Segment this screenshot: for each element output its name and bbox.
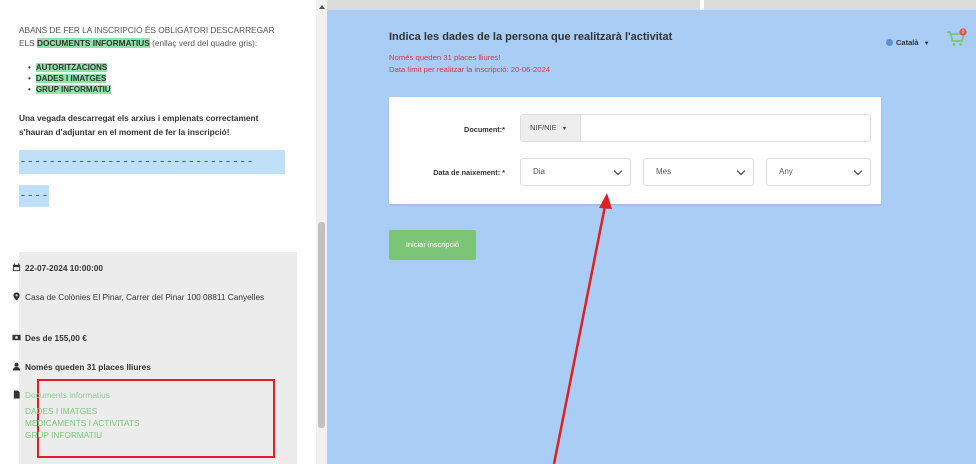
list-item-label: DADES I IMATGES bbox=[35, 74, 107, 83]
list-item-label: AUTORITZACIONS bbox=[35, 63, 108, 72]
scroll-up-icon[interactable] bbox=[319, 5, 325, 9]
birth-day-value: Dia bbox=[533, 167, 546, 176]
file-icon bbox=[13, 390, 20, 399]
documents-links: DADES I IMATGES MEDICAMENTS I ACTIVITATS… bbox=[25, 405, 139, 441]
attach-note: Una vegada descarregat els arxius i empl… bbox=[19, 113, 259, 137]
places-notice: Només queden 31 places lliures! bbox=[389, 53, 501, 62]
list-item: AUTORITZACIONS bbox=[28, 62, 111, 73]
event-info-panel: ABANS DE FER LA INSCRIPCIÓ ÉS OBLIGATORI… bbox=[0, 0, 316, 464]
deadline-notice: Data límit per realitzar la inscripció: … bbox=[389, 65, 551, 74]
caret-down-icon: ▼ bbox=[561, 126, 568, 132]
event-location-value: Casa de Colònies El Pinar, Carrer del Pi… bbox=[25, 292, 265, 302]
intro-text-part-2: (enllaç verd del quadre gris): bbox=[149, 38, 258, 48]
dashes-separator-2: ---- bbox=[19, 185, 49, 207]
top-strip bbox=[327, 0, 976, 10]
chevron-down-icon: ▼ bbox=[923, 41, 930, 47]
document-label: Document:* bbox=[464, 125, 505, 134]
birth-day-select[interactable]: Dia bbox=[520, 158, 631, 186]
event-places: Només queden 31 places lliures bbox=[12, 360, 151, 374]
birth-date-label: Data de naixement: * bbox=[433, 168, 505, 177]
birth-year-value: Any bbox=[779, 167, 793, 176]
event-price-value: Des de 155,00 € bbox=[25, 333, 87, 343]
event-places-value: Només queden 31 places lliures bbox=[25, 362, 151, 372]
documents-title: Documents informatius bbox=[25, 390, 110, 400]
list-item: DADES I IMATGES bbox=[28, 73, 111, 84]
chevron-down-icon bbox=[613, 166, 623, 176]
cart-count: 0 bbox=[962, 30, 965, 36]
event-location: Casa de Colònies El Pinar, Carrer del Pi… bbox=[13, 290, 265, 304]
required-documents-list: AUTORITZACIONS DADES I IMATGES GRUP INFO… bbox=[28, 62, 111, 95]
document-link-grup[interactable]: GRUP INFORMATIU bbox=[25, 429, 139, 441]
document-input-group: NIF/NIE ▼ bbox=[520, 114, 871, 142]
map-marker-icon bbox=[13, 292, 20, 301]
event-date: 22-07-2024 10:00:00 bbox=[12, 261, 103, 275]
scrollbar-thumb[interactable] bbox=[318, 222, 325, 428]
language-label: Català bbox=[896, 38, 919, 47]
calendar-icon bbox=[12, 263, 21, 272]
birth-month-select[interactable]: Mes bbox=[643, 158, 754, 186]
document-type-select[interactable]: NIF/NIE ▼ bbox=[521, 115, 581, 141]
event-date-value: 22-07-2024 10:00:00 bbox=[25, 263, 103, 273]
shopping-cart-icon[interactable]: 0 bbox=[946, 28, 968, 48]
chevron-down-icon bbox=[853, 166, 863, 176]
top-strip-divider bbox=[700, 0, 704, 10]
money-icon bbox=[12, 334, 21, 341]
list-item-label: GRUP INFORMATIU bbox=[35, 85, 111, 94]
globe-icon bbox=[886, 39, 893, 46]
document-number-input[interactable] bbox=[583, 117, 867, 139]
language-selector[interactable]: Català ▼ bbox=[886, 38, 930, 47]
intro-text: ABANS DE FER LA INSCRIPCIÓ ÉS OBLIGATORI… bbox=[19, 24, 289, 50]
document-link-medicaments[interactable]: MEDICAMENTS I ACTIVITATS bbox=[25, 417, 139, 429]
document-link-dades[interactable]: DADES I IMATGES bbox=[25, 405, 139, 417]
start-registration-button[interactable]: Iniciar inscripció bbox=[389, 230, 476, 260]
document-type-value: NIF/NIE bbox=[530, 123, 557, 132]
event-price: Des de 155,00 € bbox=[12, 331, 87, 345]
page-title: Indica les dades de la persona que reali… bbox=[389, 31, 673, 43]
documents-highlight: DOCUMENTS INFORMATIUS bbox=[37, 38, 150, 48]
user-icon bbox=[12, 362, 21, 371]
left-panel-scrollbar[interactable] bbox=[316, 0, 327, 464]
chevron-down-icon bbox=[736, 166, 746, 176]
birth-year-select[interactable]: Any bbox=[766, 158, 871, 186]
birth-month-value: Mes bbox=[656, 167, 672, 176]
documents-header: Documents informatius bbox=[13, 388, 110, 402]
dashes-separator-1: -------------------------------- bbox=[19, 150, 285, 174]
list-item: GRUP INFORMATIU bbox=[28, 84, 111, 95]
